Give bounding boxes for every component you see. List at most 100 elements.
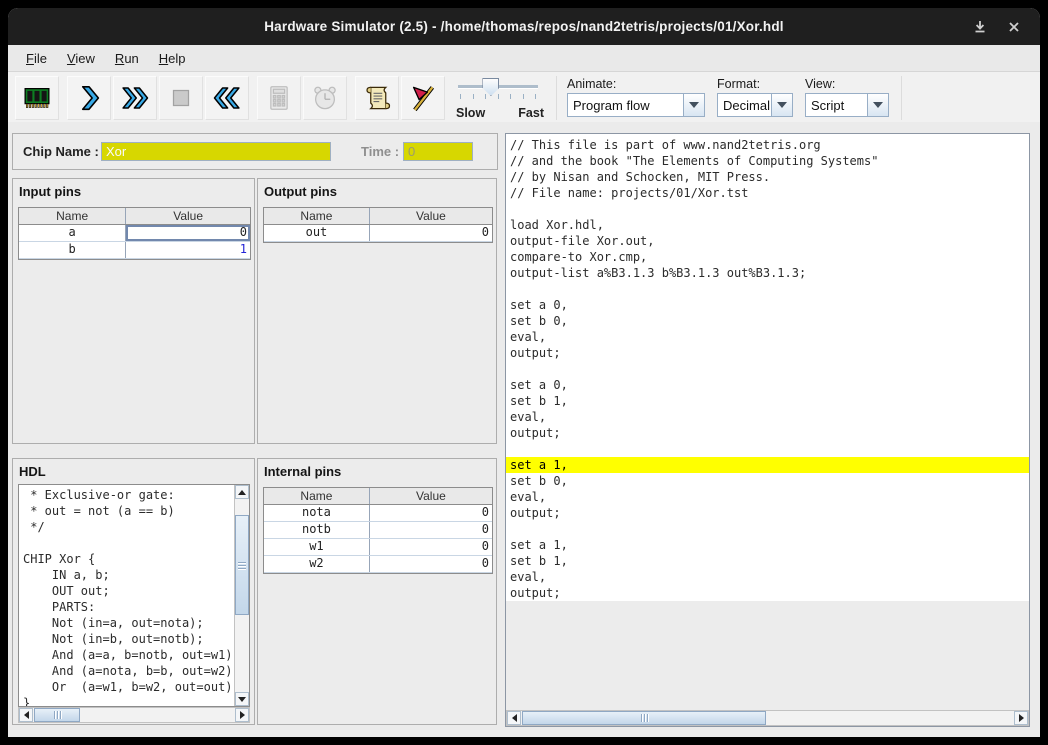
code-line: set b 0,: [506, 313, 1029, 329]
script-view: // This file is part of www.nand2tetris.…: [506, 134, 1029, 601]
hdl-panel: HDL * Exclusive-or gate: * out = not (a …: [12, 458, 255, 725]
hdl-vscroll-thumb[interactable]: [235, 515, 249, 615]
input-pins-table: NameValuea0b1: [18, 207, 251, 260]
script-hscroll-thumb[interactable]: [522, 711, 766, 725]
pin-name-cell: w1: [264, 539, 369, 555]
table-row: w10: [264, 539, 492, 556]
code-line: Not (in=a, out=nota);: [19, 615, 234, 631]
code-line: [19, 535, 234, 551]
pin-value-cell[interactable]: 0: [125, 225, 250, 241]
column-header-name: Name: [264, 488, 369, 504]
code-line: OUT out;: [19, 583, 234, 599]
menu-file[interactable]: File: [16, 51, 57, 66]
code-line: PARTS:: [19, 599, 234, 615]
code-line: [506, 441, 1029, 457]
input-pins-title: Input pins: [13, 179, 254, 199]
load-chip-icon: [22, 83, 52, 113]
chevron-down-icon[interactable]: [771, 94, 792, 116]
scroll-down-button[interactable]: [235, 692, 249, 706]
animate-value: Program flow: [568, 98, 683, 113]
scroll-right-button[interactable]: [235, 708, 249, 722]
pin-value-cell[interactable]: 0: [369, 556, 492, 572]
scroll-left-button[interactable]: [507, 711, 521, 725]
code-line: // and the book "The Elements of Computi…: [506, 153, 1029, 169]
pin-value-cell[interactable]: 0: [369, 505, 492, 521]
close-button[interactable]: [1002, 15, 1026, 39]
stop-button[interactable]: [159, 76, 203, 120]
chevron-down-icon[interactable]: [867, 94, 888, 116]
menu-help[interactable]: Help: [149, 51, 196, 66]
hdl-hscroll-thumb[interactable]: [34, 708, 80, 722]
table-row: w20: [264, 556, 492, 573]
hdl-horizontal-scrollbar: [18, 707, 250, 723]
view-value: Script: [806, 98, 867, 113]
code-line: eval,: [506, 569, 1029, 585]
code-line: eval,: [506, 409, 1029, 425]
code-line: // by Nisan and Schocken, MIT Press.: [506, 169, 1029, 185]
output-pins-panel: Output pins NameValueout0: [257, 178, 497, 444]
chip-name-field[interactable]: Xor: [101, 142, 331, 161]
pin-name-cell: b: [19, 242, 125, 258]
code-line: Not (in=b, out=notb);: [19, 631, 234, 647]
breakpoints-button[interactable]: [401, 76, 445, 120]
code-line: [506, 281, 1029, 297]
code-line: compare-to Xor.cmp,: [506, 249, 1029, 265]
code-line: output;: [506, 425, 1029, 441]
pin-name-cell: w2: [264, 556, 369, 572]
speed-slider: Slow Fast: [456, 76, 544, 120]
chip-name-label: Chip Name :: [23, 144, 99, 159]
single-step-icon: [74, 83, 104, 113]
time-label: Time :: [361, 144, 399, 159]
code-line: // File name: projects/01/Xor.tst: [506, 185, 1029, 201]
pin-value-cell[interactable]: 0: [369, 225, 492, 241]
chevron-down-icon[interactable]: [683, 94, 704, 116]
hdl-title: HDL: [13, 459, 254, 479]
code-line: }: [19, 695, 234, 707]
hdl-code: * Exclusive-or gate: * out = not (a == b…: [19, 487, 234, 707]
view-select[interactable]: Script: [805, 93, 889, 117]
scroll-left-button[interactable]: [19, 708, 33, 722]
clock-button[interactable]: [303, 76, 347, 120]
scroll-right-button[interactable]: [1014, 711, 1028, 725]
format-select[interactable]: Decimal: [717, 93, 793, 117]
code-line: And (a=a, b=notb, out=w1);: [19, 647, 234, 663]
main-content: Chip Name : Xor Time : 0 Input pins Name…: [8, 122, 1040, 737]
breakpoints-icon: [408, 83, 438, 113]
toolbar: Slow Fast Animate: Program flow Format: …: [8, 72, 1040, 127]
scroll-up-button[interactable]: [235, 485, 249, 499]
code-line: // This file is part of www.nand2tetris.…: [506, 137, 1029, 153]
menu-run[interactable]: Run: [105, 51, 149, 66]
column-header-value: Value: [369, 488, 492, 504]
code-line: [506, 521, 1029, 537]
column-header-value: Value: [369, 208, 492, 224]
code-line: * Exclusive-or gate:: [19, 487, 234, 503]
animate-select[interactable]: Program flow: [567, 93, 705, 117]
minimize-button[interactable]: [968, 15, 992, 39]
menu-view[interactable]: View: [57, 51, 105, 66]
code-line: set a 1,: [506, 537, 1029, 553]
reset-button[interactable]: [205, 76, 249, 120]
code-line: output;: [506, 585, 1029, 601]
pin-value-cell[interactable]: 0: [369, 522, 492, 538]
pin-name-cell: a: [19, 225, 125, 241]
input-pins-panel: Input pins NameValuea0b1: [12, 178, 255, 444]
pin-name-cell: notb: [264, 522, 369, 538]
table-row: out0: [264, 225, 492, 242]
single-step-button[interactable]: [67, 76, 111, 120]
stop-icon: [166, 83, 196, 113]
run-button[interactable]: [113, 76, 157, 120]
code-line: eval,: [506, 489, 1029, 505]
combo-group: Animate: Program flow Format: Decimal Vi…: [556, 76, 902, 120]
view-label: View:: [805, 77, 889, 91]
script-panel: // This file is part of www.nand2tetris.…: [505, 133, 1030, 727]
load-script-button[interactable]: [355, 76, 399, 120]
pin-value-cell[interactable]: 1: [125, 242, 250, 258]
load-chip-button[interactable]: [15, 76, 59, 120]
pin-name-cell: out: [264, 225, 369, 241]
calculator-button[interactable]: [257, 76, 301, 120]
pin-value-cell[interactable]: 0: [369, 539, 492, 555]
hdl-vertical-scrollbar: [234, 485, 249, 706]
load-script-icon: [362, 83, 392, 113]
app-window: Hardware Simulator (2.5) - /home/thomas/…: [8, 8, 1040, 737]
calculator-icon: [264, 83, 294, 113]
